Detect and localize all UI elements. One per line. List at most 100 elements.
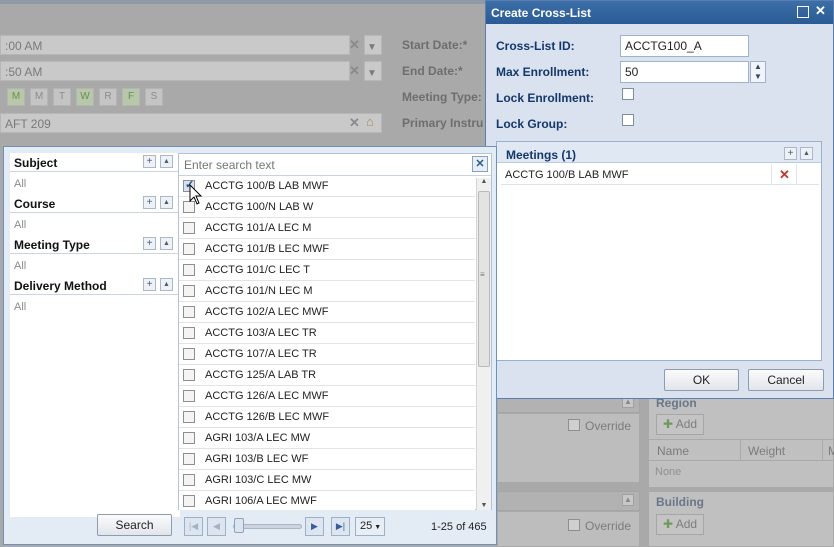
max-enrollment-stepper[interactable]: ▲ ▼ bbox=[750, 61, 766, 83]
ok-button[interactable]: OK bbox=[664, 369, 739, 391]
result-row[interactable]: AGRI 106/A LEC MWF bbox=[179, 491, 475, 510]
search-bar: ✕ bbox=[179, 154, 491, 176]
page-slider-thumb[interactable] bbox=[234, 518, 244, 533]
result-row[interactable]: ACCTG 101/C LEC T bbox=[179, 260, 475, 281]
filter-value[interactable]: All bbox=[14, 219, 26, 231]
close-icon[interactable]: ✕ bbox=[815, 3, 826, 19]
override-label: Override bbox=[585, 519, 632, 533]
end-time-field[interactable]: :50 AM bbox=[0, 61, 350, 81]
scroll-thumb[interactable] bbox=[478, 191, 490, 367]
region-add-button[interactable]: ✚ Add bbox=[656, 414, 705, 435]
add-filter-icon[interactable]: + bbox=[143, 196, 156, 209]
location-field[interactable]: AFT 209 bbox=[0, 113, 382, 133]
result-row[interactable]: ACCTG 101/A LEC M bbox=[179, 218, 475, 239]
collapse-icon[interactable]: ▲ bbox=[160, 196, 173, 209]
filter-value[interactable]: All bbox=[14, 178, 26, 190]
result-row[interactable]: ACCTG 102/A LEC MWF bbox=[179, 302, 475, 323]
cancel-button[interactable]: Cancel bbox=[748, 369, 824, 391]
result-checkbox[interactable] bbox=[183, 411, 195, 423]
create-cross-list-dialog: Create Cross-List ✕ Cross-List ID: ACCTG… bbox=[485, 0, 834, 399]
building-add-button[interactable]: ✚ Add bbox=[656, 514, 705, 535]
result-checkbox[interactable] bbox=[183, 432, 195, 444]
max-enrollment-input[interactable]: 50 bbox=[620, 61, 749, 83]
result-row[interactable]: ACCTG 103/A LEC TR bbox=[179, 323, 475, 344]
first-page-icon[interactable]: |◀ bbox=[184, 517, 203, 536]
maximize-icon[interactable] bbox=[797, 6, 809, 18]
result-checkbox[interactable] bbox=[183, 327, 195, 339]
close-icon[interactable]: ✕ bbox=[472, 156, 488, 172]
day-toggle[interactable]: M bbox=[7, 88, 25, 106]
result-checkbox[interactable] bbox=[183, 495, 195, 507]
search-label: Search bbox=[115, 518, 154, 532]
day-toggle[interactable]: S bbox=[145, 88, 163, 106]
result-checkbox[interactable] bbox=[183, 285, 195, 297]
result-checkbox[interactable] bbox=[183, 369, 195, 381]
day-toggle[interactable]: M bbox=[30, 88, 48, 106]
crosslist-id-input[interactable]: ACCTG100_A bbox=[620, 35, 749, 57]
result-checkbox[interactable] bbox=[183, 222, 195, 234]
search-input[interactable] bbox=[181, 155, 465, 174]
result-row[interactable]: ✓ACCTG 100/B LAB MWF bbox=[179, 176, 475, 197]
lock-enrollment-checkbox[interactable] bbox=[622, 88, 634, 100]
prev-page-icon[interactable]: ◀ bbox=[207, 517, 226, 536]
building-icon[interactable]: ⌂ bbox=[366, 114, 374, 129]
result-row[interactable]: AGRI 103/C LEC MW bbox=[179, 470, 475, 491]
collapse-icon[interactable]: ▲ bbox=[160, 278, 173, 291]
result-row[interactable]: ACCTG 101/B LEC MWF bbox=[179, 239, 475, 260]
scroll-up-icon[interactable]: ▲ bbox=[478, 178, 490, 186]
collapse-icon[interactable]: ▲ bbox=[622, 494, 634, 506]
lock-enrollment-label: Lock Enrollment: bbox=[496, 91, 595, 105]
result-row[interactable]: ACCTG 101/N LEC M bbox=[179, 281, 475, 302]
result-row[interactable]: AGRI 103/A LEC MW bbox=[179, 428, 475, 449]
add-meeting-icon[interactable]: + bbox=[784, 147, 797, 160]
clear-icon[interactable]: ✕ bbox=[349, 63, 360, 79]
add-filter-icon[interactable]: + bbox=[143, 155, 156, 168]
start-time-dropdown[interactable]: ▼ bbox=[364, 35, 382, 55]
result-row[interactable]: ACCTG 107/A LEC TR bbox=[179, 344, 475, 365]
filter-value[interactable]: All bbox=[14, 260, 26, 272]
result-row[interactable]: ACCTG 126/A LEC MWF bbox=[179, 386, 475, 407]
search-button[interactable]: Search bbox=[97, 514, 172, 536]
override-checkbox[interactable] bbox=[568, 419, 580, 431]
chevron-down-icon: ▼ bbox=[367, 42, 377, 53]
day-toggle[interactable]: R bbox=[99, 88, 117, 106]
day-toggle[interactable]: W bbox=[76, 88, 94, 106]
day-toggle[interactable]: T bbox=[53, 88, 71, 106]
result-checkbox[interactable] bbox=[183, 348, 195, 360]
next-page-icon[interactable]: ▶ bbox=[305, 517, 324, 536]
add-filter-icon[interactable]: + bbox=[143, 278, 156, 291]
result-checkbox[interactable] bbox=[183, 264, 195, 276]
result-row[interactable]: ACCTG 100/N LAB W bbox=[179, 197, 475, 218]
clear-icon[interactable]: ✕ bbox=[349, 115, 360, 131]
filter-value[interactable]: All bbox=[14, 301, 26, 313]
scrollbar[interactable]: ▲ ≡ ▼ bbox=[476, 178, 491, 510]
result-row[interactable]: AGRI 103/B LEC WF bbox=[179, 449, 475, 470]
result-checkbox[interactable] bbox=[183, 243, 195, 255]
result-checkbox[interactable] bbox=[183, 306, 195, 318]
scroll-down-icon[interactable]: ▼ bbox=[478, 502, 490, 510]
page-size-select[interactable]: 25 ▼ bbox=[355, 517, 385, 536]
spin-up-icon[interactable]: ▲ bbox=[751, 62, 765, 72]
meetings-panel: Meetings (1) + ▲ ACCTG 100/B LAB MWF ✕ bbox=[496, 141, 822, 361]
override-checkbox[interactable] bbox=[568, 519, 580, 531]
result-row[interactable]: ACCTG 126/B LEC MWF bbox=[179, 407, 475, 428]
delete-icon[interactable]: ✕ bbox=[779, 167, 790, 183]
collapse-icon[interactable]: ▲ bbox=[800, 147, 813, 160]
add-filter-icon[interactable]: + bbox=[143, 237, 156, 250]
result-checkbox[interactable] bbox=[183, 390, 195, 402]
collapse-icon[interactable]: ▲ bbox=[160, 237, 173, 250]
clear-icon[interactable]: ✕ bbox=[349, 37, 360, 53]
day-toggle[interactable]: F bbox=[122, 88, 140, 106]
result-checkbox[interactable] bbox=[183, 453, 195, 465]
spin-down-icon[interactable]: ▼ bbox=[751, 72, 765, 82]
result-checkbox[interactable] bbox=[183, 474, 195, 486]
building-title: Building bbox=[656, 495, 704, 509]
result-row[interactable]: ACCTG 125/A LAB TR bbox=[179, 365, 475, 386]
collapse-icon[interactable]: ▲ bbox=[160, 155, 173, 168]
end-time-dropdown[interactable]: ▼ bbox=[364, 61, 382, 81]
start-time-field[interactable]: :00 AM bbox=[0, 35, 350, 55]
divider bbox=[10, 212, 178, 213]
lock-group-checkbox[interactable] bbox=[622, 114, 634, 126]
meeting-row[interactable]: ACCTG 100/B LAB MWF ✕ bbox=[501, 164, 819, 185]
last-page-icon[interactable]: ▶| bbox=[331, 517, 350, 536]
